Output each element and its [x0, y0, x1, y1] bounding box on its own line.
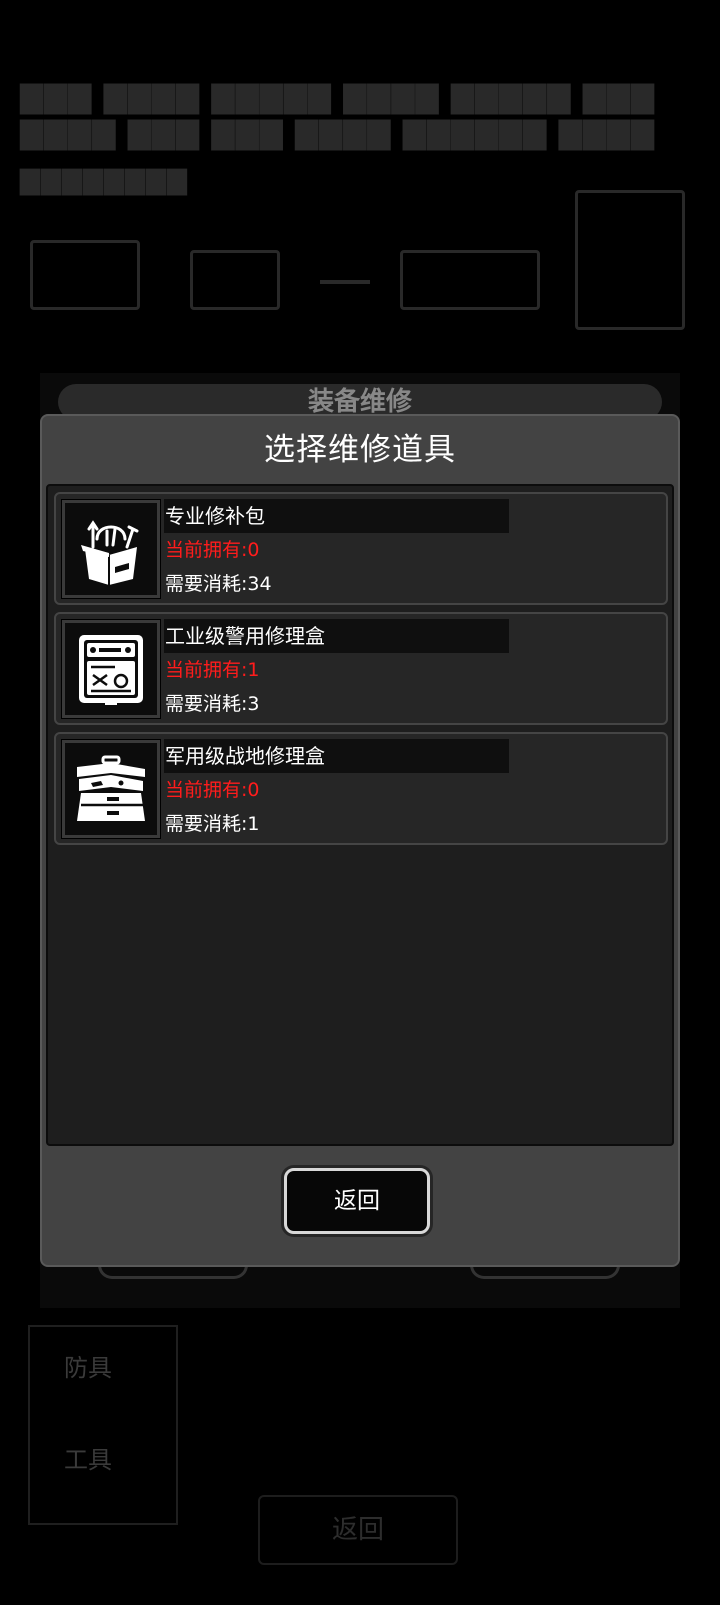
item-owned-count: 当前拥有:0	[165, 779, 260, 801]
bg-equipment-slot	[575, 190, 685, 330]
repair-item-professional-kit[interactable]: 专业修补包 当前拥有:0 需要消耗:34	[54, 492, 668, 605]
back-button[interactable]: 返回	[284, 1168, 430, 1234]
police-repair-case-icon	[61, 619, 161, 719]
bg-side-label: 防具	[64, 1354, 112, 1382]
item-name: 工业级警用修理盒	[164, 619, 509, 653]
item-name: 军用级战地修理盒	[164, 739, 509, 773]
repair-kit-bag-icon	[61, 499, 161, 599]
repair-item-military-box[interactable]: 军用级战地修理盒 当前拥有:0 需要消耗:1	[54, 732, 668, 845]
item-cost: 需要消耗:34	[165, 573, 272, 595]
item-cost: 需要消耗:3	[165, 693, 260, 715]
repair-item-dialog: 选择维修道具 专业修补包 当前拥有:0 需要消耗:34 工业级警用修理盒 当前拥…	[40, 414, 680, 1267]
bg-description-line: ▇▇▇ ▇▇▇▇ ▇▇▇▇▇ ▇▇▇▇ ▇▇▇▇▇ ▇▇▇	[20, 80, 655, 115]
bg-equipment-slot	[400, 250, 540, 310]
item-owned-count: 当前拥有:0	[165, 539, 260, 561]
military-toolbox-icon	[61, 739, 161, 839]
bg-bottom-button: 返回	[258, 1495, 458, 1565]
repair-item-list: 专业修补包 当前拥有:0 需要消耗:34 工业级警用修理盒 当前拥有:1 需要消…	[46, 484, 674, 1146]
bg-equipment-slot	[190, 250, 280, 310]
item-name: 专业修补包	[164, 499, 509, 533]
bg-equipment-slot	[30, 240, 140, 310]
bg-side-label: 工具	[64, 1446, 112, 1474]
bg-description-line: ▇▇▇▇▇▇▇▇	[20, 166, 188, 196]
dialog-title: 选择维修道具	[264, 432, 456, 468]
repair-item-police-case[interactable]: 工业级警用修理盒 当前拥有:1 需要消耗:3	[54, 612, 668, 725]
item-cost: 需要消耗:1	[165, 813, 260, 835]
bg-description-line: ▇▇▇▇ ▇▇▇ ▇▇▇ ▇▇▇▇ ▇▇▇▇▇▇ ▇▇▇▇	[20, 116, 655, 151]
item-owned-count: 当前拥有:1	[165, 659, 260, 681]
